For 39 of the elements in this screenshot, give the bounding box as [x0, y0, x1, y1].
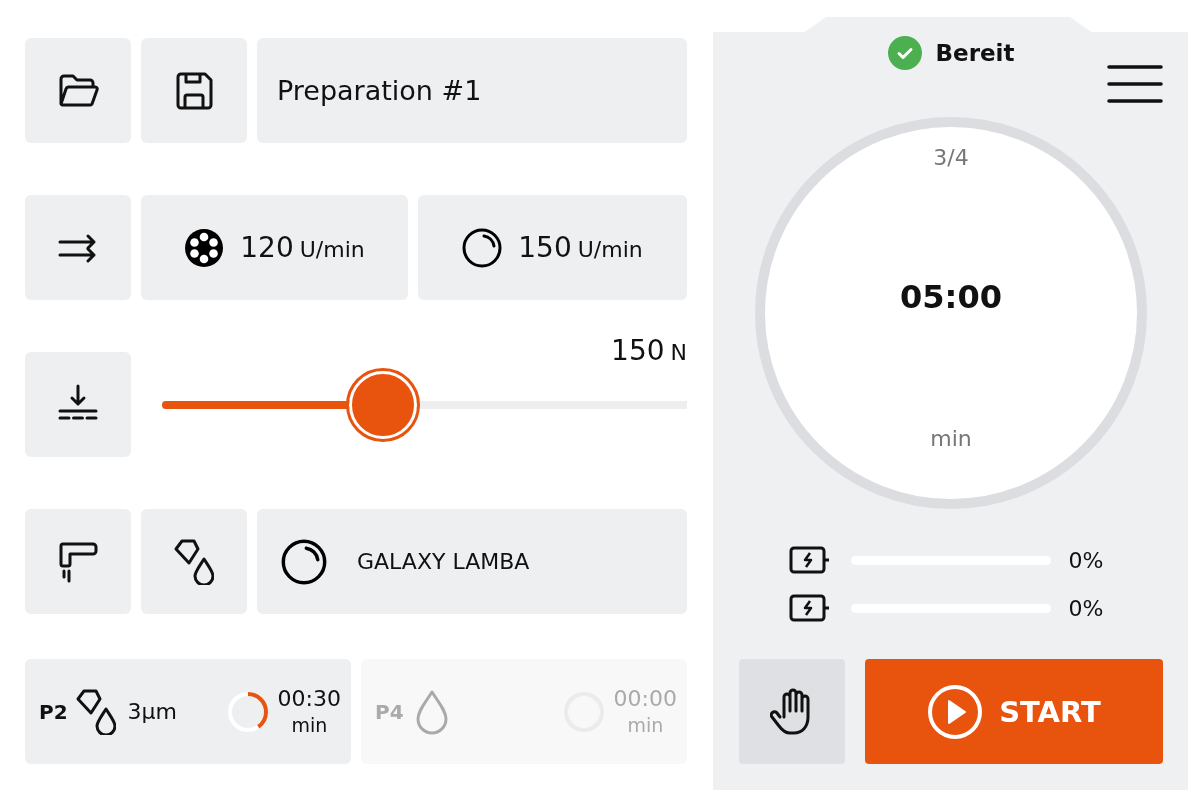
check-icon [887, 36, 922, 70]
step-label: P2 [39, 699, 68, 724]
step-unit: min [291, 713, 328, 739]
step-amount: 3µm [127, 699, 177, 724]
menu-button[interactable] [1107, 64, 1163, 104]
step-counter: 3/4 [933, 145, 969, 170]
step-card[interactable]: P2 3µm 00:30 min [25, 659, 351, 764]
progress-ring [225, 689, 270, 734]
battery-icon [788, 545, 831, 575]
spout-button[interactable] [25, 509, 131, 614]
preparation-name[interactable]: Preparation #1 [257, 38, 687, 143]
disc-icon [281, 538, 327, 585]
direction-button[interactable] [25, 195, 131, 300]
diamond-drop-icon [174, 538, 214, 585]
timer-unit: min [930, 426, 972, 451]
play-icon [927, 683, 984, 740]
timer-time: 05:00 [900, 278, 1002, 316]
force-reading: 150 N [611, 334, 687, 369]
step-time: 00:30 [277, 684, 341, 713]
slider-thumb[interactable] [348, 371, 417, 439]
diamond-drop-icon [75, 688, 116, 735]
save-button[interactable] [141, 38, 247, 143]
step-unit: min [627, 713, 664, 739]
reel-icon [184, 227, 225, 268]
battery-reading: 0% [1068, 595, 1105, 621]
open-folder-button[interactable] [25, 38, 131, 143]
speed-button[interactable]: 120 U/min [141, 195, 408, 300]
start-button[interactable]: START [865, 659, 1163, 764]
speed-button[interactable]: 150 U/min [418, 195, 687, 300]
step-label: P4 [375, 699, 404, 724]
battery-reading: 0% [1068, 547, 1105, 573]
step-time: 00:00 [613, 684, 677, 713]
consumable-selector[interactable]: GALAXY LAMBA [257, 509, 687, 614]
diamond-drop-button[interactable] [141, 509, 247, 614]
disc-icon [462, 227, 503, 268]
status-label: Bereit [935, 40, 1015, 66]
stop-button[interactable] [739, 659, 845, 764]
force-button[interactable] [25, 352, 131, 457]
battery-icon [788, 593, 831, 623]
